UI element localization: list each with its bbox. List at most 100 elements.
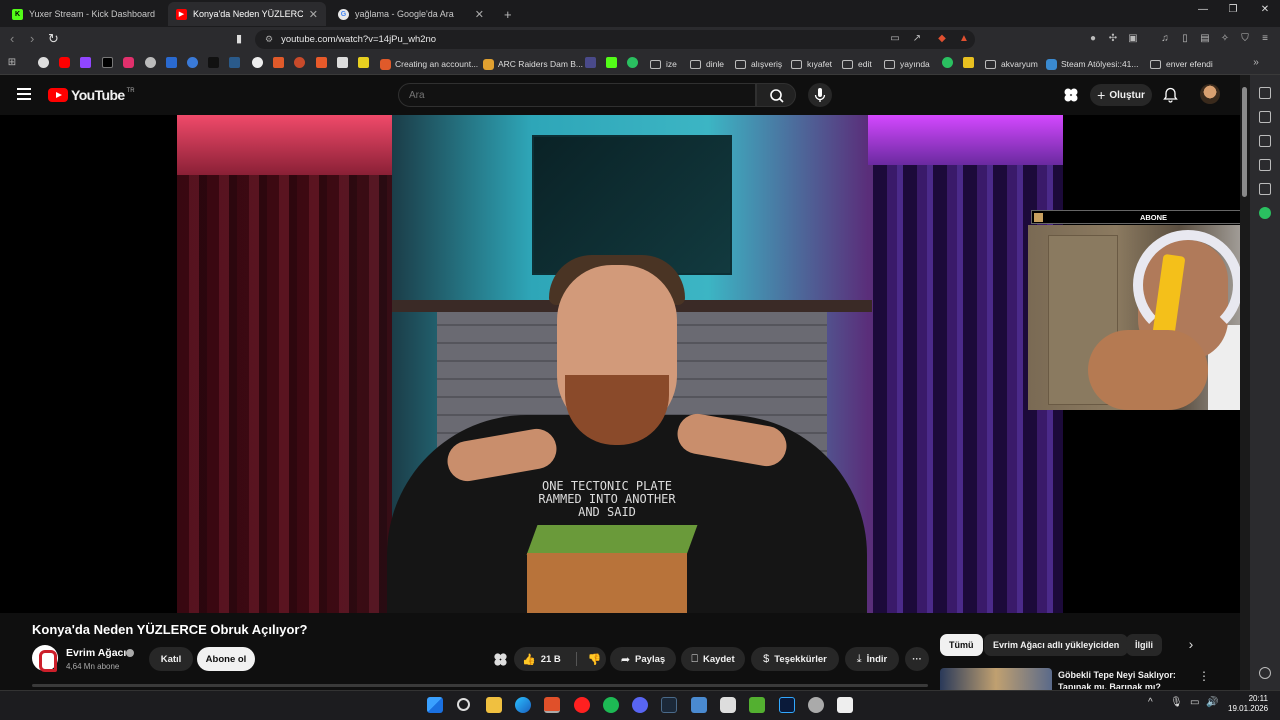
bookmark-icon[interactable]: [166, 57, 177, 68]
screenshot-icon[interactable]: ▣: [1127, 33, 1139, 45]
media-icon[interactable]: ♫: [1159, 33, 1171, 45]
bookmark-icon[interactable]: [294, 57, 305, 68]
reload-icon[interactable]: ↻: [48, 31, 59, 47]
bookmark-icon[interactable]: [358, 57, 369, 68]
bookmark-icon[interactable]: [963, 57, 974, 68]
bookmark-folder-ize[interactable]: ize: [650, 57, 677, 71]
microphone-tray-icon[interactable]: 🎙: [1170, 697, 1183, 708]
new-tab-button[interactable]: +: [496, 2, 516, 26]
tab-kick-dashboard[interactable]: K Yuxer Stream - Kick Dashboard: [4, 2, 166, 26]
extensions-icon[interactable]: ✣: [1107, 33, 1119, 45]
bookmark-creating-account[interactable]: Creating an account...: [380, 57, 478, 71]
twitch-bookmark-icon[interactable]: [80, 57, 91, 68]
recommendation-thumbnail[interactable]: [940, 668, 1052, 690]
steam-icon[interactable]: [661, 697, 677, 713]
bookmark-icon[interactable]: [627, 57, 638, 68]
share-icon[interactable]: ↗: [911, 33, 923, 45]
calculator-icon[interactable]: [691, 697, 707, 713]
search-button[interactable]: [756, 83, 796, 107]
brave-shields-icon[interactable]: ◆: [936, 33, 948, 45]
bookmark-icon[interactable]: [252, 57, 263, 68]
page-scrollbar[interactable]: [1240, 75, 1250, 690]
url-field[interactable]: ⚙ youtube.com/watch?v=14jPu_wh2no: [255, 30, 975, 49]
back-icon[interactable]: ‹: [10, 31, 14, 46]
search-input[interactable]: [398, 83, 756, 107]
subscribe-button[interactable]: Abone ol: [197, 647, 255, 671]
lucky-clover-icon[interactable]: [1063, 87, 1079, 103]
create-button[interactable]: + Oluştur: [1090, 84, 1152, 106]
shield-icon[interactable]: ⛉: [1239, 33, 1251, 45]
search-taskbar-icon[interactable]: [457, 698, 470, 711]
bookmark-icon[interactable]: [208, 57, 219, 68]
github-bookmark-icon[interactable]: [145, 57, 156, 68]
edge-icon[interactable]: [515, 697, 531, 713]
apps-icon[interactable]: ⊞: [6, 57, 18, 69]
minimize-icon[interactable]: —: [1188, 4, 1218, 15]
bookmark-icon[interactable]: [187, 57, 198, 68]
spotify-icon[interactable]: [603, 697, 619, 713]
thanks-button[interactable]: $ Teşekkürler: [751, 647, 839, 671]
chip-all[interactable]: Tümü: [940, 634, 983, 656]
photoshop-icon[interactable]: [779, 697, 795, 713]
close-tab-icon[interactable]: ✕: [303, 8, 318, 21]
network-icon[interactable]: ▭: [1190, 697, 1199, 708]
discord-icon[interactable]: [632, 697, 648, 713]
wallet-icon[interactable]: ▤: [1199, 33, 1211, 45]
share-button[interactable]: ➦ Paylaş: [610, 647, 676, 671]
cast-icon[interactable]: ▭: [889, 33, 901, 45]
site-settings-icon[interactable]: ⚙: [265, 34, 273, 45]
bookmark-icon[interactable]: ▮: [236, 32, 242, 45]
clock[interactable]: 20:11 19.01.2026: [1228, 694, 1268, 715]
sidebar-toggle-icon[interactable]: ▯: [1179, 33, 1191, 45]
tab-youtube[interactable]: ▶ Konya'da Neden YÜZLERCE Obruk Açılıyor…: [168, 2, 326, 26]
join-button[interactable]: Katıl: [149, 647, 193, 671]
recommendation-title[interactable]: Göbekli Tepe Neyi Saklıyor: Tapınak mı, …: [1058, 669, 1198, 689]
forward-icon[interactable]: ›: [30, 31, 34, 46]
bookmark-icon[interactable]: [942, 57, 953, 68]
more-bookmarks-icon[interactable]: »: [1250, 57, 1262, 69]
bookmark-icon[interactable]: [337, 57, 348, 68]
channel-avatar[interactable]: [32, 645, 58, 672]
reading-list-icon[interactable]: [1259, 111, 1271, 123]
x-bookmark-icon[interactable]: [102, 57, 113, 68]
file-explorer-icon[interactable]: [486, 697, 502, 713]
windows-start-icon[interactable]: [427, 697, 443, 713]
bookmark-folder-yayinda[interactable]: yayında: [884, 57, 930, 71]
settings-icon[interactable]: [1259, 667, 1271, 679]
bookmark-folder-kiyafet[interactable]: kıyafet: [791, 57, 832, 71]
tab-google-search[interactable]: G yağlama - Google'da Ara ✕: [330, 2, 492, 26]
vpn-icon[interactable]: ●: [1087, 33, 1099, 45]
clover-extension-icon[interactable]: [493, 652, 508, 667]
voice-search-button[interactable]: [808, 83, 832, 107]
leo-ai-icon[interactable]: ✧: [1219, 33, 1231, 45]
bookmark-icon[interactable]: [229, 57, 240, 68]
youtube-bookmark-icon[interactable]: [59, 57, 70, 68]
download-button[interactable]: ⤓ İndir: [845, 647, 899, 671]
bookmark-folder-dinle[interactable]: dinle: [690, 57, 724, 71]
kick-bookmark-icon[interactable]: [606, 57, 617, 68]
obs-icon[interactable]: [808, 697, 824, 713]
history-panel-icon[interactable]: [1259, 183, 1271, 195]
bookmark-icon[interactable]: [316, 57, 327, 68]
bookmark-folder-akvaryum[interactable]: akvaryum: [985, 57, 1038, 71]
opera-icon[interactable]: [574, 697, 590, 713]
app-icon[interactable]: [837, 697, 853, 713]
restore-icon[interactable]: ❐: [1218, 4, 1248, 15]
youtube-logo[interactable]: YouTube TR: [48, 87, 135, 103]
chips-next-icon[interactable]: ›: [1180, 636, 1202, 656]
recommendation-more-icon[interactable]: ⋮: [1198, 669, 1210, 683]
capcut-icon[interactable]: [720, 697, 736, 713]
bookmark-folder-alisveris[interactable]: alışveriş: [735, 57, 782, 71]
bookmarks-panel-icon[interactable]: [1259, 159, 1271, 171]
bookmark-folder-edit[interactable]: edit: [842, 57, 872, 71]
instagram-bookmark-icon[interactable]: [123, 57, 134, 68]
notifications-bell-icon[interactable]: [1163, 87, 1178, 103]
channel-name[interactable]: Evrim Ağacı: [66, 647, 126, 659]
volume-icon[interactable]: 🔊: [1206, 697, 1218, 708]
tray-chevron-icon[interactable]: ^: [1148, 697, 1153, 708]
app-icon[interactable]: [749, 697, 765, 713]
bookmark-icon[interactable]: [273, 57, 284, 68]
wallet-panel-icon[interactable]: [1259, 135, 1271, 147]
leo-icon[interactable]: [1259, 87, 1271, 99]
close-window-icon[interactable]: ✕: [1250, 4, 1280, 15]
